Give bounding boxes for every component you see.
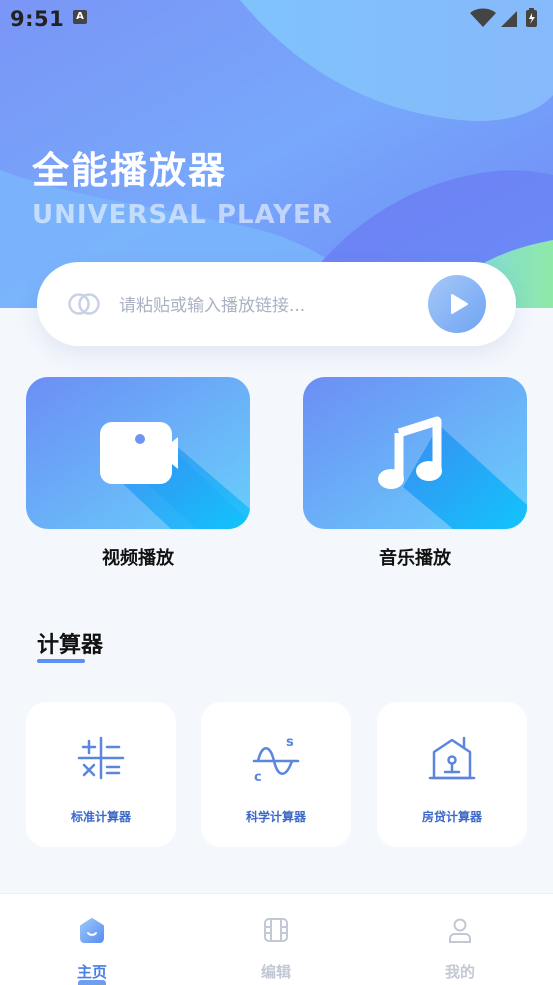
link-input[interactable] bbox=[117, 290, 421, 322]
nav-label-home: 主页 bbox=[76, 963, 107, 981]
wifi-icon bbox=[470, 8, 496, 27]
nav-item-mine[interactable]: 我的 bbox=[368, 894, 552, 985]
system-status-icons bbox=[470, 8, 537, 27]
nav-item-home[interactable]: 主页 bbox=[0, 894, 184, 985]
play-button[interactable] bbox=[428, 275, 486, 333]
video-camera-icon bbox=[26, 377, 250, 529]
active-tab-indicator bbox=[78, 980, 106, 985]
music-note-icon bbox=[303, 377, 527, 529]
nav-label-mine: 我的 bbox=[444, 963, 475, 981]
music-play-card[interactable] bbox=[303, 377, 527, 529]
calc-label-science: 科学计算器 bbox=[245, 810, 306, 824]
nav-label-edit: 编辑 bbox=[260, 963, 291, 981]
app-title: 全能播放器 bbox=[32, 149, 227, 192]
status-bar: 9:51 A bbox=[0, 0, 553, 36]
user-icon bbox=[449, 918, 471, 943]
notification-icon: A bbox=[73, 10, 87, 24]
link-icon bbox=[68, 293, 100, 315]
standard-calculator-icon bbox=[77, 736, 125, 780]
svg-text:s: s bbox=[286, 735, 294, 750]
music-play-label: 音乐播放 bbox=[379, 548, 451, 569]
standard-calculator-card[interactable]: 标准计算器 bbox=[26, 702, 176, 847]
nav-item-edit[interactable]: 编辑 bbox=[184, 894, 368, 985]
scientific-calculator-card[interactable]: s c 科学计算器 bbox=[201, 702, 351, 847]
home-icon bbox=[80, 918, 104, 943]
video-play-card[interactable] bbox=[26, 377, 250, 529]
house-loan-icon bbox=[428, 736, 476, 780]
app-subtitle: UNIVERSAL PLAYER bbox=[32, 200, 333, 230]
video-play-label: 视频播放 bbox=[102, 548, 174, 569]
bottom-navigation: 主页 编辑 我的 bbox=[0, 893, 553, 985]
scientific-calculator-icon: s c bbox=[252, 735, 300, 784]
svg-text:c: c bbox=[254, 770, 262, 784]
film-icon bbox=[264, 918, 288, 942]
play-icon bbox=[451, 294, 468, 314]
house-loan-calculator-card[interactable]: 房贷计算器 bbox=[377, 702, 527, 847]
signal-icon bbox=[501, 11, 517, 27]
status-time: 9:51 bbox=[10, 7, 65, 31]
calc-label-standard: 标准计算器 bbox=[70, 810, 131, 824]
section-title-calculator: 计算器 bbox=[37, 633, 104, 658]
calc-label-loan: 房贷计算器 bbox=[421, 810, 482, 824]
section-underline bbox=[37, 659, 85, 663]
link-input-card bbox=[37, 262, 516, 346]
